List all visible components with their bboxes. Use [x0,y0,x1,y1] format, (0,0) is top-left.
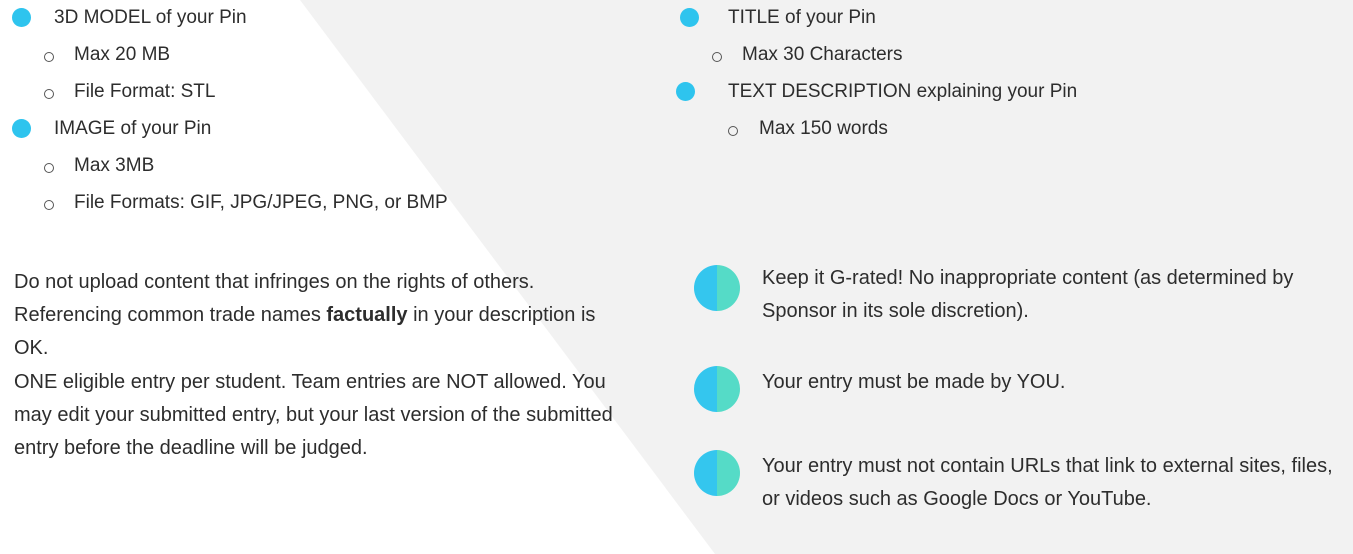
rights-paragraph: Do not upload content that infringes on … [14,266,634,365]
bullet-dot-icon [680,8,699,27]
requirement-title: TITLE of your Pin Max 30 Characters [680,0,1077,74]
entry-paragraph: ONE eligible entry per student. Team ent… [14,371,613,459]
requirement-text-description: TEXT DESCRIPTION explaining your Pin Max… [676,74,1078,148]
requirement-label: TITLE of your Pin [728,7,876,28]
requirement-sub-item: File Formats: GIF, JPG/JPEG, PNG, or BMP [12,185,448,222]
bullet-dot-icon [12,119,31,138]
requirement-heading: TITLE of your Pin [680,0,1077,37]
requirements-list-left: 3D MODEL of your Pin Max 20 MB File Form… [12,0,448,222]
requirement-sub-item: Max 20 MB [12,37,448,74]
half-circle-bullet-icon [694,450,740,496]
requirement-sub-item: Max 150 words [680,111,1077,148]
requirement-sub-item: Max 30 Characters [680,37,1077,74]
hollow-circle-bullet-icon [44,163,54,173]
sub-item-text: Max 3MB [74,155,155,176]
bullet-dot-icon [12,8,31,27]
half-circle-bullet-icon [694,265,740,311]
hollow-circle-bullet-icon [44,89,54,99]
half-circle-bullet-icon [694,366,740,412]
hollow-circle-bullet-icon [44,200,54,210]
sub-item-text: File Formats: GIF, JPG/JPEG, PNG, or BMP [74,192,448,213]
hollow-circle-bullet-icon [712,52,722,62]
requirement-sub-item: File Format: STL [12,74,448,111]
sub-item-text: Max 150 words [759,118,888,139]
sub-item-text: Max 20 MB [74,44,171,65]
requirement-sub-item: Max 3MB [12,148,448,185]
requirement-heading: TEXT DESCRIPTION explaining your Pin [676,74,1078,111]
requirement-image: IMAGE of your Pin Max 3MB File Formats: … [12,111,448,222]
requirement-heading: IMAGE of your Pin [12,111,448,148]
requirement-3d-model: 3D MODEL of your Pin Max 20 MB File Form… [12,0,448,111]
sub-item-text: Max 30 Characters [742,44,903,65]
requirements-list-right: TITLE of your Pin Max 30 Characters TEXT… [676,0,1078,148]
requirement-heading: 3D MODEL of your Pin [12,0,448,37]
hollow-circle-bullet-icon [44,52,54,62]
rule-text: Keep it G-rated! No inappropriate conten… [762,267,1294,322]
content: 3D MODEL of your Pin Max 20 MB File Form… [0,0,1353,554]
bullet-dot-icon [676,82,695,101]
requirement-label: 3D MODEL of your Pin [54,7,247,28]
rule-text: Your entry must be made by YOU. [762,371,1066,393]
rights-emphasis: factually [326,304,408,326]
requirement-label: IMAGE of your Pin [54,118,212,139]
hollow-circle-bullet-icon [728,126,738,136]
requirement-label: TEXT DESCRIPTION explaining your Pin [728,81,1078,102]
rule-text: Your entry must not contain URLs that li… [762,455,1333,510]
sub-item-text: File Format: STL [74,81,216,102]
